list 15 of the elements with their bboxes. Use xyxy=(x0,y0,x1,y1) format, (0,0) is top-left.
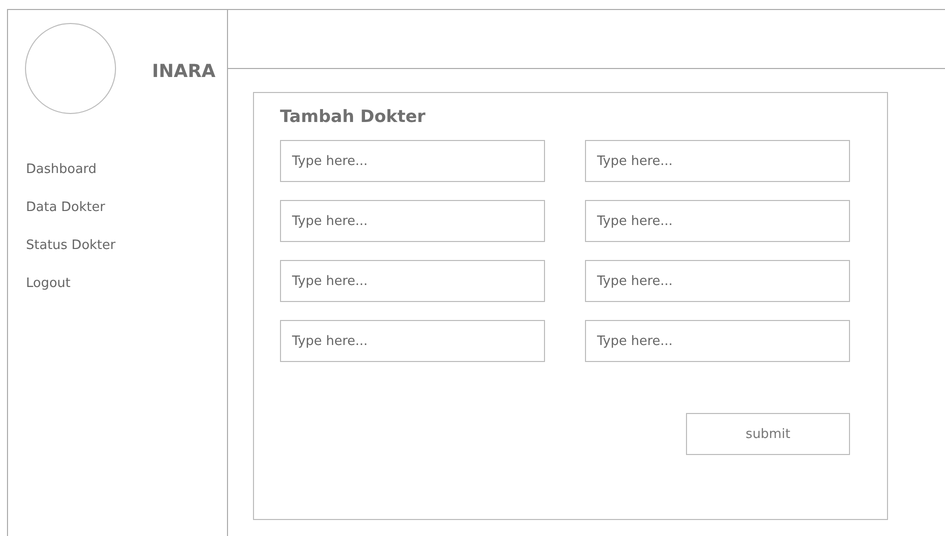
input-field[interactable]: Type here... xyxy=(585,140,850,182)
form-title: Tambah Dokter xyxy=(280,107,426,127)
submit-button[interactable]: submit xyxy=(686,413,850,455)
input-field[interactable]: Type here... xyxy=(280,320,545,362)
sidebar-item[interactable]: Data Dokter xyxy=(26,198,106,236)
input-field[interactable]: Type here... xyxy=(585,320,850,362)
input-field[interactable]: Type here... xyxy=(585,260,850,302)
sidebar-item[interactable]: Status Dokter xyxy=(26,236,116,274)
input-field[interactable]: Type here... xyxy=(280,200,545,242)
sidebar-item[interactable]: Dashboard xyxy=(26,160,97,198)
sidebar-item[interactable]: Logout xyxy=(26,274,71,312)
input-field[interactable]: Type here... xyxy=(585,200,850,242)
input-field[interactable]: Type here... xyxy=(280,140,545,182)
input-field[interactable]: Type here... xyxy=(280,260,545,302)
brand-name: INARA xyxy=(152,61,216,82)
